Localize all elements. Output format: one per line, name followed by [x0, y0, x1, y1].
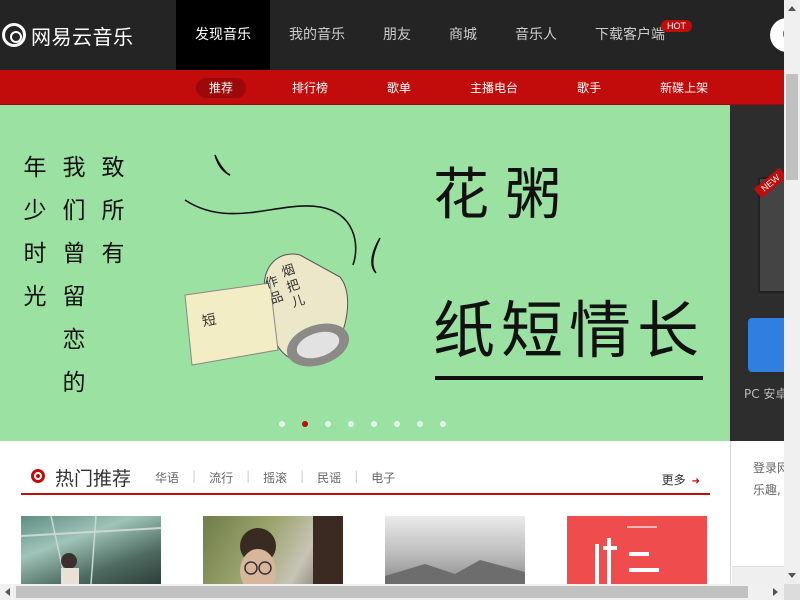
banner-underline — [435, 376, 703, 380]
scroll-up-arrow-icon[interactable] — [788, 6, 796, 11]
banner-dot-active[interactable] — [302, 421, 308, 427]
nav-friends[interactable]: 朋友 — [364, 0, 430, 70]
banner-illustration — [184, 154, 381, 367]
banner-dots — [279, 421, 463, 427]
scroll-left-arrow-icon[interactable] — [5, 588, 10, 596]
tag-pop[interactable]: 流行 — [209, 469, 233, 486]
nav-discover-music[interactable]: 发现音乐 — [176, 0, 270, 70]
nav-store[interactable]: 商城 — [430, 0, 496, 70]
tag-chinese[interactable]: 华语 — [155, 469, 179, 486]
banner-carousel[interactable]: 年少时光 我们曾留恋的 致所有 烟把儿 作品 短 花粥 纸短情长 — [0, 105, 730, 441]
nav-musicians[interactable]: 音乐人 — [496, 0, 576, 70]
subnav-radio[interactable]: 主播电台 — [457, 78, 531, 98]
top-navbar: 网易云音乐 发现音乐 我的音乐 朋友 商城 音乐人 下载客户端 HOT — [0, 0, 784, 70]
banner-dot[interactable] — [348, 421, 354, 427]
main-nav: 发现音乐 我的音乐 朋友 商城 音乐人 下载客户端 HOT — [176, 0, 692, 70]
scroll-right-arrow-icon[interactable] — [773, 588, 778, 596]
scroll-down-arrow-icon[interactable] — [788, 573, 796, 578]
banner-dot[interactable] — [279, 421, 285, 427]
login-panel: 登录网 乐趣, — [730, 441, 789, 584]
banner-title-artist: 花粥 — [433, 163, 577, 228]
banner-dot[interactable] — [440, 421, 446, 427]
banner-dot[interactable] — [417, 421, 423, 427]
scrollbar-corner — [784, 584, 800, 600]
playlist-cover[interactable] — [203, 516, 343, 584]
download-client-button[interactable] — [748, 318, 784, 372]
subnav-artists[interactable]: 歌手 — [564, 78, 614, 98]
hot-recommend-header: 热门推荐 华语 | 流行 | 摇滚 | 民谣 | 电子 更多 ➜ — [21, 458, 710, 495]
arrow-right-icon: ➜ — [691, 476, 700, 487]
logo[interactable]: 网易云音乐 — [0, 0, 176, 70]
genre-tags: 华语 | 流行 | 摇滚 | 民谣 | 电子 — [155, 469, 396, 486]
circle-dot-icon — [31, 469, 45, 483]
download-platforms-text: PC 安卓 — [744, 387, 784, 401]
banner-title-album: 纸短情长 — [433, 294, 706, 367]
horizontal-scroll-thumb[interactable] — [16, 586, 748, 598]
playlist-cover[interactable] — [567, 516, 707, 584]
banner-dot[interactable] — [371, 421, 377, 427]
playlist-cover[interactable] — [21, 516, 161, 584]
tag-electronic[interactable]: 电子 — [371, 469, 395, 486]
tag-folk[interactable]: 民谣 — [317, 469, 341, 486]
nav-my-music[interactable]: 我的音乐 — [270, 0, 364, 70]
panel-footer — [732, 566, 784, 585]
banner-text-col3: 致所有 — [101, 155, 125, 267]
vertical-scroll-thumb[interactable] — [786, 74, 798, 180]
banner-dot[interactable] — [394, 421, 400, 427]
subnav-toplist[interactable]: 排行榜 — [279, 78, 341, 98]
hot-badge: HOT — [661, 20, 692, 32]
logo-text: 网易云音乐 — [31, 24, 134, 49]
nav-download-client[interactable]: 下载客户端 HOT — [576, 0, 692, 70]
banner-dot[interactable] — [325, 421, 331, 427]
sub-navbar: 推荐 排行榜 歌单 主播电台 歌手 新碟上架 — [0, 70, 784, 105]
more-link[interactable]: 更多 ➜ — [662, 471, 700, 488]
banner-text-col1: 年少时光 — [23, 155, 47, 310]
tag-rock[interactable]: 摇滚 — [263, 469, 287, 486]
playlist-cover[interactable] — [385, 516, 525, 584]
subnav-recommend[interactable]: 推荐 — [196, 77, 247, 98]
subnav-new-albums[interactable]: 新碟上架 — [647, 78, 721, 98]
netease-music-logo-icon — [2, 23, 26, 47]
download-promo: NEW PC 安卓 — [730, 105, 784, 441]
subnav-playlists[interactable]: 歌单 — [374, 78, 424, 98]
nav-download-label: 下载客户端 — [595, 27, 665, 43]
banner-text-col2: 我们曾留恋的 — [62, 155, 86, 396]
section-title[interactable]: 热门推荐 — [55, 464, 131, 491]
